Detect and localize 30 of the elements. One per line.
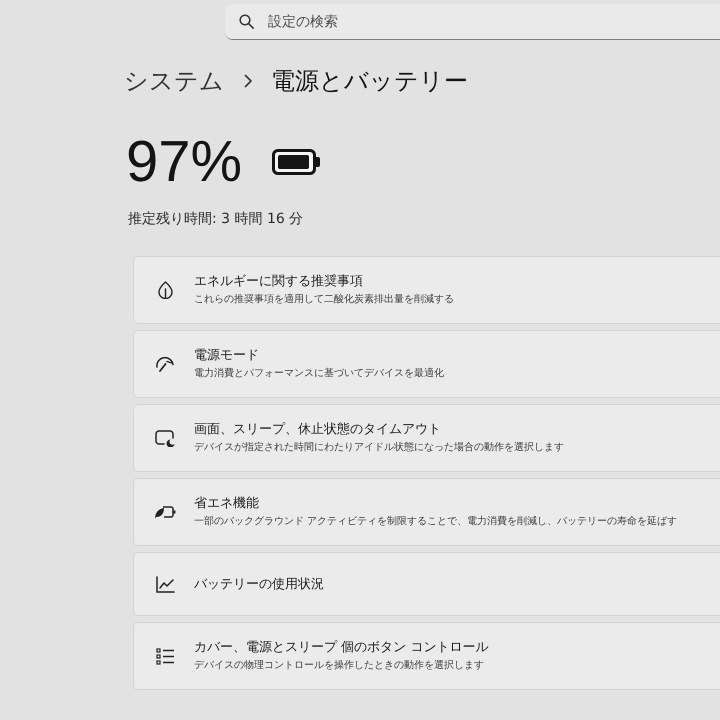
card-title: 電源モード [194,347,260,364]
settings-card[interactable]: エネルギーに関する推奨事項 これらの推奨事項を適用して二酸化炭素排出量を削減する [133,256,720,324]
card-description: デバイスの物理コントロールを操作したときの動作を選択します [194,659,485,673]
settings-card[interactable]: カバー、電源とスリープ 個のボタン コントロール デバイスの物理コントロールを操作したときの動作を選択します [133,622,720,690]
card-title: バッテリーの使用状況 [194,576,324,592]
battery-leaf-icon [154,504,176,520]
card-title: 画面、スリープ、休止状態のタイムアウト [194,421,442,438]
search-icon [239,14,254,29]
breadcrumb-link[interactable]: システム [124,64,224,98]
settings-card[interactable]: 画面、スリープ、休止状態のタイムアウト デバイスが指定された時間にわたりアイドル状態になった場合の動作を選択します [133,404,720,472]
card-description: デバイスが指定された時間にわたりアイドル状態になった場合の動作を選択します [194,441,564,455]
settings-card[interactable]: 省エネ機能 一部のバックグラウンド アクティビティを制限することで、電力消費を削減し、バッテリーの寿命を延ばす [133,478,720,546]
search-field[interactable]: 設定の検索 [225,4,720,40]
list-icon [156,648,174,664]
gauge-icon [155,356,175,372]
card-title: 省エネ機能 [194,495,260,512]
card-description: 一部のバックグラウンド アクティビティを制限することで、電力消費を削減し、バッテリーの寿命を延ばす [194,515,678,529]
monitor-moon-icon [155,430,175,446]
settings-card[interactable]: バッテリーの使用状況 [133,552,720,616]
leaf-icon [158,281,172,299]
page-title: 電源とバッテリー [271,66,468,97]
card-title: カバー、電源とスリープ 個のボタン コントロール [194,639,488,656]
card-description: これらの推奨事項を適用して二酸化炭素排出量を削減する [194,293,454,307]
line-chart-icon [156,576,174,592]
card-description: 電力消費とパフォーマンスに基づいてデバイスを最適化 [194,367,444,381]
card-title: エネルギーに関する推奨事項 [194,273,364,290]
battery-percentage: 97% [126,130,242,194]
settings-card[interactable]: 電源モード 電力消費とパフォーマンスに基づいてデバイスを最適化 [133,330,720,398]
chevron-icon [244,74,253,88]
remaining-time: 推定残り時間: 3 時間 16 分 [128,210,304,228]
